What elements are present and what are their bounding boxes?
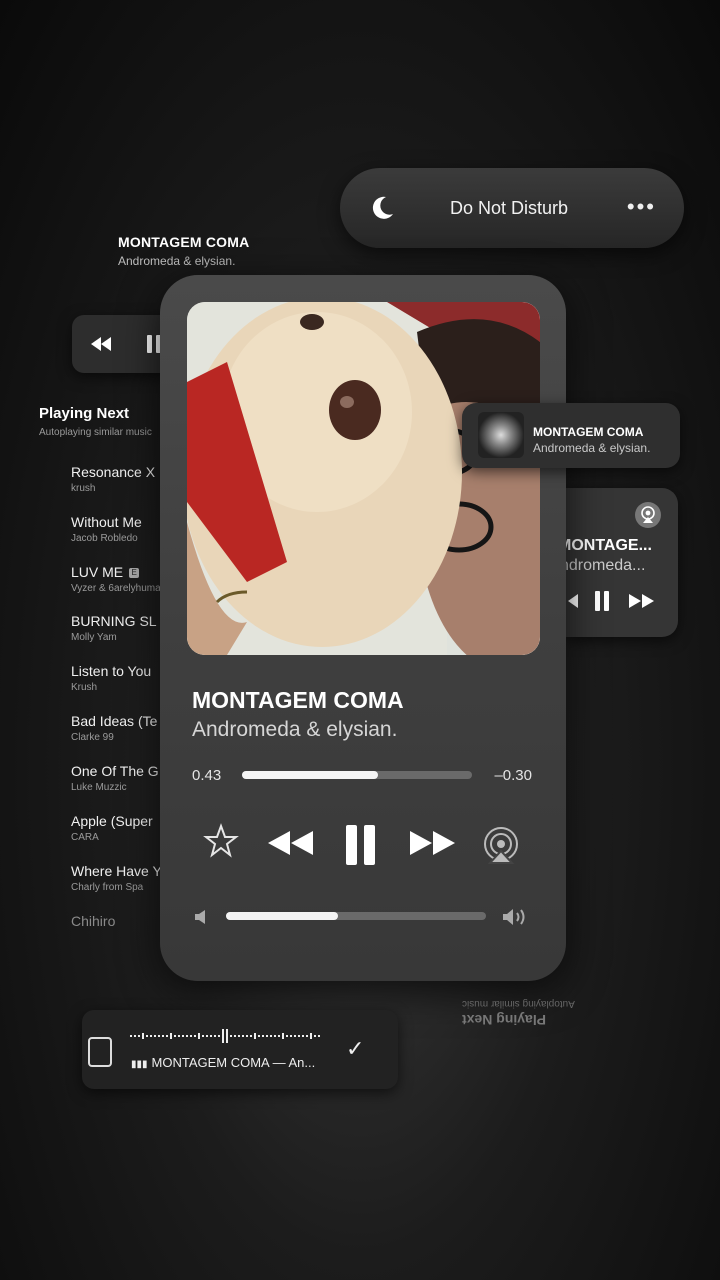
rewind-icon[interactable]	[267, 829, 315, 857]
more-options-button[interactable]: •••	[627, 194, 656, 220]
remaining-time: –0.30	[494, 767, 532, 784]
song-artist: Andromeda & elysian.	[192, 718, 398, 741]
fast-forward-icon[interactable]	[408, 829, 456, 857]
progress-scrubber[interactable]	[242, 771, 472, 779]
now-playing-card: MONTAGEM COMA Andromeda & elysian. 0.43 …	[160, 275, 566, 981]
queue-item[interactable]: Bad Ideas (Te Clarke 99	[71, 713, 161, 743]
volume-slider[interactable]	[226, 912, 486, 920]
widget-artist: ndromeda...	[566, 557, 646, 574]
mini-track-card[interactable]: MONTAGEM COMA Andromeda & elysian.	[462, 403, 680, 468]
airplay-widget: MONTAGE... ndromeda...	[566, 488, 678, 637]
mini-artwork	[478, 412, 524, 458]
star-icon[interactable]	[203, 823, 239, 859]
queue-item[interactable]: One Of The G Luke Muzzic	[71, 763, 161, 793]
mirrored-queue-subtitle: Autoplaying similar music	[462, 998, 575, 1009]
airplay-icon[interactable]	[482, 827, 520, 865]
do-not-disturb-pill[interactable]: Do Not Disturb •••	[340, 168, 684, 248]
airplay-icon[interactable]	[634, 501, 662, 529]
waveform-icon	[130, 1029, 320, 1043]
song-title: MONTAGEM COMA	[192, 687, 404, 713]
checkmark-icon: ✓	[346, 1036, 365, 1061]
pause-icon[interactable]	[593, 590, 611, 612]
output-device-bar[interactable]: ▮▮▮ MONTAGEM COMA — An... ✓	[82, 1010, 398, 1089]
queue-item[interactable]: Apple (Super CARA	[71, 813, 161, 843]
dnd-label: Do Not Disturb	[450, 198, 569, 218]
now-playing-label: ▮▮▮ MONTAGEM COMA — An...	[131, 1055, 316, 1070]
volume-fill	[226, 912, 338, 920]
elapsed-time: 0.43	[192, 767, 222, 784]
progress-fill	[242, 771, 378, 779]
queue-item[interactable]: Without Me Jacob Robledo	[71, 514, 161, 544]
queue-item[interactable]: Where Have Y Charly from Spa	[71, 863, 161, 893]
queue-subtitle: Autoplaying similar music	[39, 427, 152, 438]
header-artist: Andromeda & elysian.	[118, 254, 236, 268]
moon-icon	[372, 196, 393, 219]
rewind-icon[interactable]	[566, 592, 578, 610]
header-song-title: MONTAGEM COMA	[118, 234, 250, 250]
pause-icon[interactable]	[343, 823, 379, 867]
album-artwork	[187, 302, 540, 655]
queue-item[interactable]: Chihiro	[71, 913, 161, 929]
widget-song-title: MONTAGE...	[566, 537, 652, 554]
queue-item[interactable]: LUV ME E Vyzer & 6arelyhuman	[71, 564, 161, 594]
queue-item[interactable]: BURNING SL Molly Yam	[71, 613, 161, 643]
mirrored-queue-title: Playing Next	[462, 1012, 547, 1028]
rewind-icon[interactable]	[90, 334, 112, 354]
ipad-icon	[88, 1037, 112, 1067]
volume-low-icon	[195, 910, 205, 924]
mini-song-title: MONTAGEM COMA	[533, 425, 644, 439]
volume-high-icon	[503, 909, 525, 925]
fast-forward-icon[interactable]	[628, 592, 656, 610]
queue-item[interactable]: Resonance X krush	[71, 464, 161, 494]
queue-title: Playing Next	[39, 405, 130, 422]
queue-item[interactable]: Listen to You Krush	[71, 663, 161, 693]
explicit-badge: E	[129, 568, 140, 579]
mini-artist: Andromeda & elysian.	[533, 441, 651, 455]
bars-icon: ▮▮▮	[131, 1059, 148, 1070]
